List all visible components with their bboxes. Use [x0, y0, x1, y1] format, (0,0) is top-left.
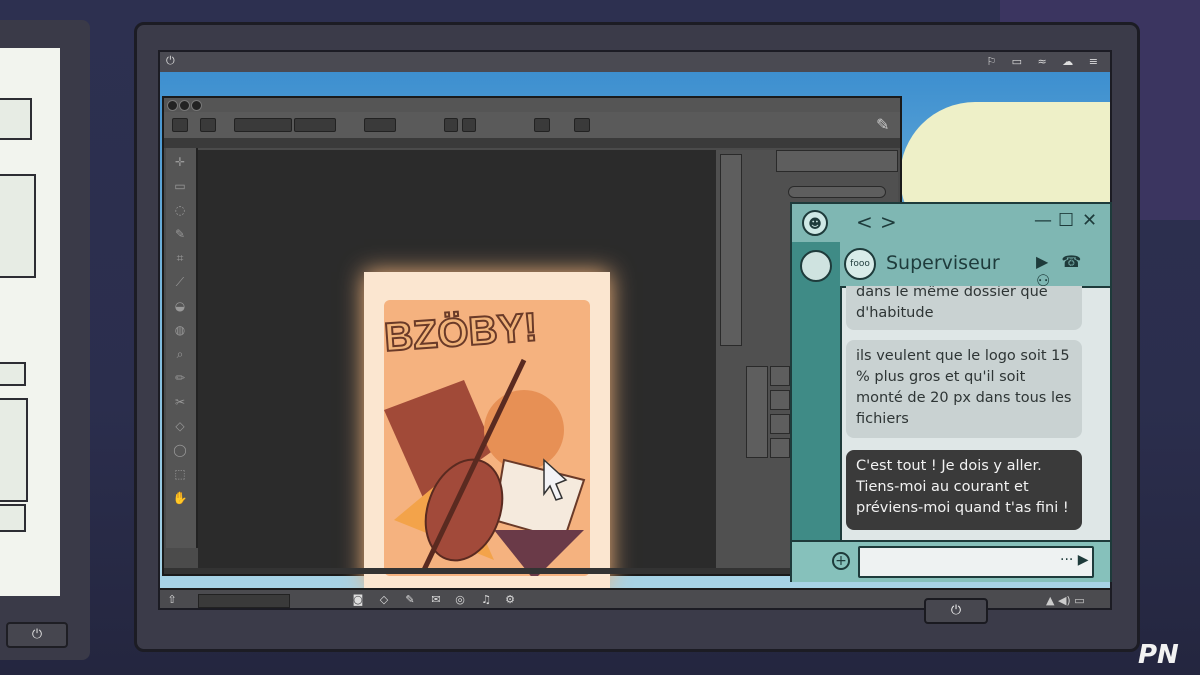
pen-icon[interactable]: ✎: [402, 593, 418, 607]
chat-sidebar: [792, 242, 842, 540]
tool-icon[interactable]: ⌗: [172, 250, 188, 266]
document-tabs: [164, 138, 900, 148]
close-icon[interactable]: ✕: [1082, 210, 1097, 231]
browser-icon[interactable]: ◎: [452, 593, 468, 607]
shape-circle: [484, 390, 564, 470]
minimize-icon[interactable]: —: [1034, 210, 1052, 231]
os-top-bar: ⏻ ⚐ ▭ ≈ ☁ ≡: [160, 52, 1110, 72]
tool-icon[interactable]: ⬚: [172, 466, 188, 482]
attach-plus-icon[interactable]: +: [832, 552, 850, 570]
poster-title: BZÖBY!: [384, 304, 539, 360]
editor-toolbar: ✎: [164, 112, 900, 140]
watermark-logo: PN: [1138, 640, 1179, 670]
message-bubble-incoming: ils veulent que le logo soit 15 % plus g…: [846, 340, 1082, 438]
music-icon[interactable]: ♫: [478, 593, 494, 607]
back-arrow-icon[interactable]: <: [856, 210, 873, 234]
taskbar-tray[interactable]: ▲ ◀) ▭: [1046, 594, 1085, 607]
eraser-icon[interactable]: ◇: [376, 593, 392, 607]
visibility-column: [746, 366, 768, 458]
layer-thumb[interactable]: [770, 414, 790, 434]
home-icon[interactable]: ⇧: [164, 593, 180, 607]
tool-icon[interactable]: ◌: [172, 202, 188, 218]
call-actions-icons[interactable]: ▶ ☎ ⚇: [1036, 252, 1110, 290]
layer-thumb[interactable]: [770, 438, 790, 458]
taskbar-search[interactable]: [198, 594, 290, 608]
message-input[interactable]: ··· ▶: [858, 546, 1094, 578]
tool-icon[interactable]: ✛: [172, 154, 188, 170]
save-icon[interactable]: [200, 118, 216, 132]
shape-piano: [492, 458, 586, 542]
chat-app-logo-icon: ☻: [802, 210, 828, 236]
editor-title-bar: [164, 98, 900, 113]
power-icon[interactable]: ⏻: [166, 54, 175, 68]
left-monitor-screen: [0, 48, 60, 596]
tool-icon[interactable]: ✎: [172, 226, 188, 242]
contact-avatar[interactable]: fooo: [844, 248, 876, 280]
open-icon[interactable]: [172, 118, 188, 132]
message-bubble-outgoing: C'est tout ! Je dois y aller. Tiens-moi …: [846, 450, 1082, 530]
tool-icon[interactable]: ✋: [172, 490, 188, 506]
left-panel-box: [0, 174, 36, 278]
left-panel-box: [0, 98, 32, 140]
camera-icon[interactable]: [574, 118, 590, 132]
tool-icon[interactable]: ◒: [172, 298, 188, 314]
window-minimize-dot[interactable]: [179, 100, 190, 111]
layer-icon[interactable]: [534, 118, 550, 132]
tool-icon[interactable]: ◯: [172, 442, 188, 458]
tool-icon[interactable]: ⟋: [172, 274, 188, 290]
size-select[interactable]: [294, 118, 336, 132]
chat-window: ☻ < > — ☐ ✕ fooo Superviseur ▶ ☎ ⚇ dans …: [790, 202, 1112, 582]
maximize-icon[interactable]: ☐: [1058, 210, 1074, 231]
window-close-dot[interactable]: [167, 100, 178, 111]
message-bubble-incoming: dans le même dossier que d'habitude: [846, 286, 1082, 330]
chat-title-bar: ☻ < > — ☐ ✕: [792, 204, 1110, 244]
left-panel-box: [0, 398, 28, 502]
redo-icon[interactable]: [462, 118, 476, 132]
color-slider[interactable]: [788, 186, 886, 198]
tool-icon[interactable]: ✂: [172, 394, 188, 410]
message-list: dans le même dossier que d'habitude ils …: [840, 286, 1110, 540]
window-maximize-dot[interactable]: [191, 100, 202, 111]
tool-icon[interactable]: ◍: [172, 322, 188, 338]
brush-icon[interactable]: ✎: [876, 115, 889, 134]
layer-thumb[interactable]: [770, 390, 790, 410]
chat-input-bar: + ··· ▶: [792, 540, 1110, 582]
poster-artwork[interactable]: BZÖBY!: [364, 272, 610, 588]
mail-icon[interactable]: ✉: [428, 593, 444, 607]
left-power-button[interactable]: ⏻: [6, 622, 68, 648]
camera-icon[interactable]: ◙: [350, 593, 366, 607]
send-icon[interactable]: ··· ▶: [1060, 552, 1089, 568]
left-panel-box: [0, 504, 26, 532]
tool-icon[interactable]: ✏: [172, 370, 188, 386]
poster-inner: BZÖBY!: [382, 300, 590, 580]
contact-avatar-side[interactable]: [800, 250, 832, 282]
system-tray-icons[interactable]: ⚐ ▭ ≈ ☁ ≡: [986, 55, 1104, 68]
poster-illustration: BZÖBY!: [382, 303, 586, 580]
panel-header: [776, 150, 898, 172]
contact-name: Superviseur: [886, 252, 1000, 274]
settings-icon[interactable]: ⚙: [502, 593, 518, 607]
canvas-area[interactable]: BZÖBY!: [198, 150, 716, 588]
monitor-power-button[interactable]: ⏻: [924, 598, 988, 624]
tool-icon[interactable]: ⌕: [172, 346, 188, 362]
layer-thumb[interactable]: [770, 366, 790, 386]
panel-icon-column: [720, 154, 742, 346]
font-select[interactable]: [234, 118, 292, 132]
tool-icon[interactable]: ◇: [172, 418, 188, 434]
contact-header: fooo Superviseur ▶ ☎ ⚇: [840, 242, 1110, 290]
tools-panel: ✛ ▭ ◌ ✎ ⌗ ⟋ ◒ ◍ ⌕ ✏ ✂ ◇ ◯ ⬚ ✋: [166, 148, 198, 548]
undo-icon[interactable]: [444, 118, 458, 132]
forward-arrow-icon[interactable]: >: [880, 210, 897, 234]
option-field[interactable]: [364, 118, 396, 132]
tool-icon[interactable]: ▭: [172, 178, 188, 194]
left-panel-box: [0, 362, 26, 386]
